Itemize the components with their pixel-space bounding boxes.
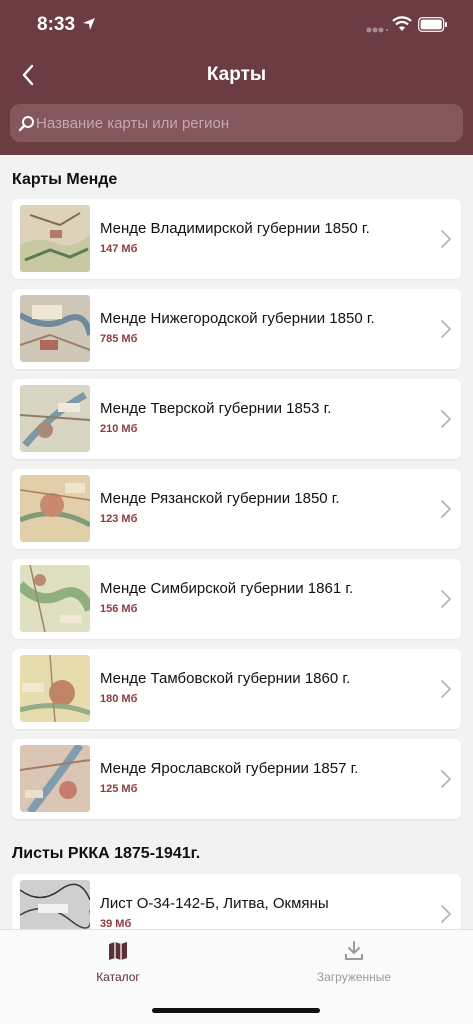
map-title: Менде Ярославской губернии 1857 г.: [100, 760, 359, 777]
map-thumbnail: [20, 295, 90, 362]
list-item[interactable]: Менде Нижегородской губернии 1850 г. 785…: [12, 289, 461, 369]
list-item[interactable]: Менде Ярославской губернии 1857 г. 125 М…: [12, 739, 461, 819]
map-thumbnail: [20, 475, 90, 542]
map-thumbnail: [20, 655, 90, 722]
map-thumbnail: [20, 205, 90, 272]
map-icon: [109, 942, 127, 960]
wifi-icon: [392, 16, 412, 31]
section-title: Листы РККА 1875-1941г.: [12, 845, 201, 862]
map-size: 123 Мб: [100, 513, 138, 525]
map-title: Лист О-34-142-Б, Литва, Окмяны: [100, 895, 329, 912]
search-bar[interactable]: [10, 104, 463, 142]
location-arrow-icon: [83, 18, 95, 30]
home-indicator: [152, 1008, 320, 1013]
download-icon: [345, 941, 363, 960]
map-title: Менде Симбирской губернии 1861 г.: [100, 580, 354, 597]
map-thumbnail: [20, 745, 90, 812]
header: 8:33 Карты: [0, 0, 473, 155]
map-thumbnail: [20, 385, 90, 452]
search-input[interactable]: [36, 104, 456, 142]
map-thumbnail: [20, 565, 90, 632]
chevron-right-icon: [441, 230, 451, 248]
chevron-right-icon: [441, 410, 451, 428]
map-size: 147 Мб: [100, 243, 138, 255]
page-title: Карты: [206, 64, 267, 85]
list-item[interactable]: Менде Тамбовской губернии 1860 г. 180 Мб: [12, 649, 461, 729]
tab-downloaded[interactable]: Загруженные: [236, 930, 472, 1000]
map-title: Менде Нижегородской губернии 1850 г.: [100, 310, 375, 327]
status-bar: 8:33: [0, 0, 473, 50]
list-item[interactable]: Менде Владимирской губернии 1850 г. 147 …: [12, 199, 461, 279]
tab-label: Загруженные: [316, 970, 392, 984]
map-size: 180 Мб: [100, 693, 138, 705]
battery-icon: [418, 17, 447, 32]
tab-label: Каталог: [96, 970, 140, 984]
chevron-right-icon: [441, 680, 451, 698]
chevron-right-icon: [441, 770, 451, 788]
chevron-right-icon: [441, 905, 451, 923]
list-item[interactable]: Менде Тверской губернии 1853 г. 210 Мб: [12, 379, 461, 459]
chevron-right-icon: [441, 500, 451, 518]
tab-bar: Каталог Загруженные: [0, 929, 473, 1024]
status-time: 8:33: [37, 14, 76, 35]
map-size: 785 Мб: [100, 333, 138, 345]
map-title: Менде Рязанской губернии 1850 г.: [100, 490, 340, 507]
chevron-right-icon: [441, 590, 451, 608]
map-size: 210 Мб: [100, 423, 138, 435]
section-title: Карты Менде: [12, 171, 118, 188]
map-title: Менде Тверской губернии 1853 г.: [100, 400, 332, 417]
tab-catalog[interactable]: Каталог: [0, 930, 236, 1000]
map-size: 156 Мб: [100, 603, 138, 615]
list-item[interactable]: Менде Симбирской губернии 1861 г. 156 Мб: [12, 559, 461, 639]
signal-icon: [366, 27, 388, 33]
map-size: 125 Мб: [100, 783, 138, 795]
map-title: Менде Владимирской губернии 1850 г.: [100, 220, 370, 237]
chevron-right-icon: [441, 320, 451, 338]
list-item[interactable]: Менде Рязанской губернии 1850 г. 123 Мб: [12, 469, 461, 549]
map-title: Менде Тамбовской губернии 1860 г.: [100, 670, 351, 687]
search-icon: [18, 116, 34, 132]
